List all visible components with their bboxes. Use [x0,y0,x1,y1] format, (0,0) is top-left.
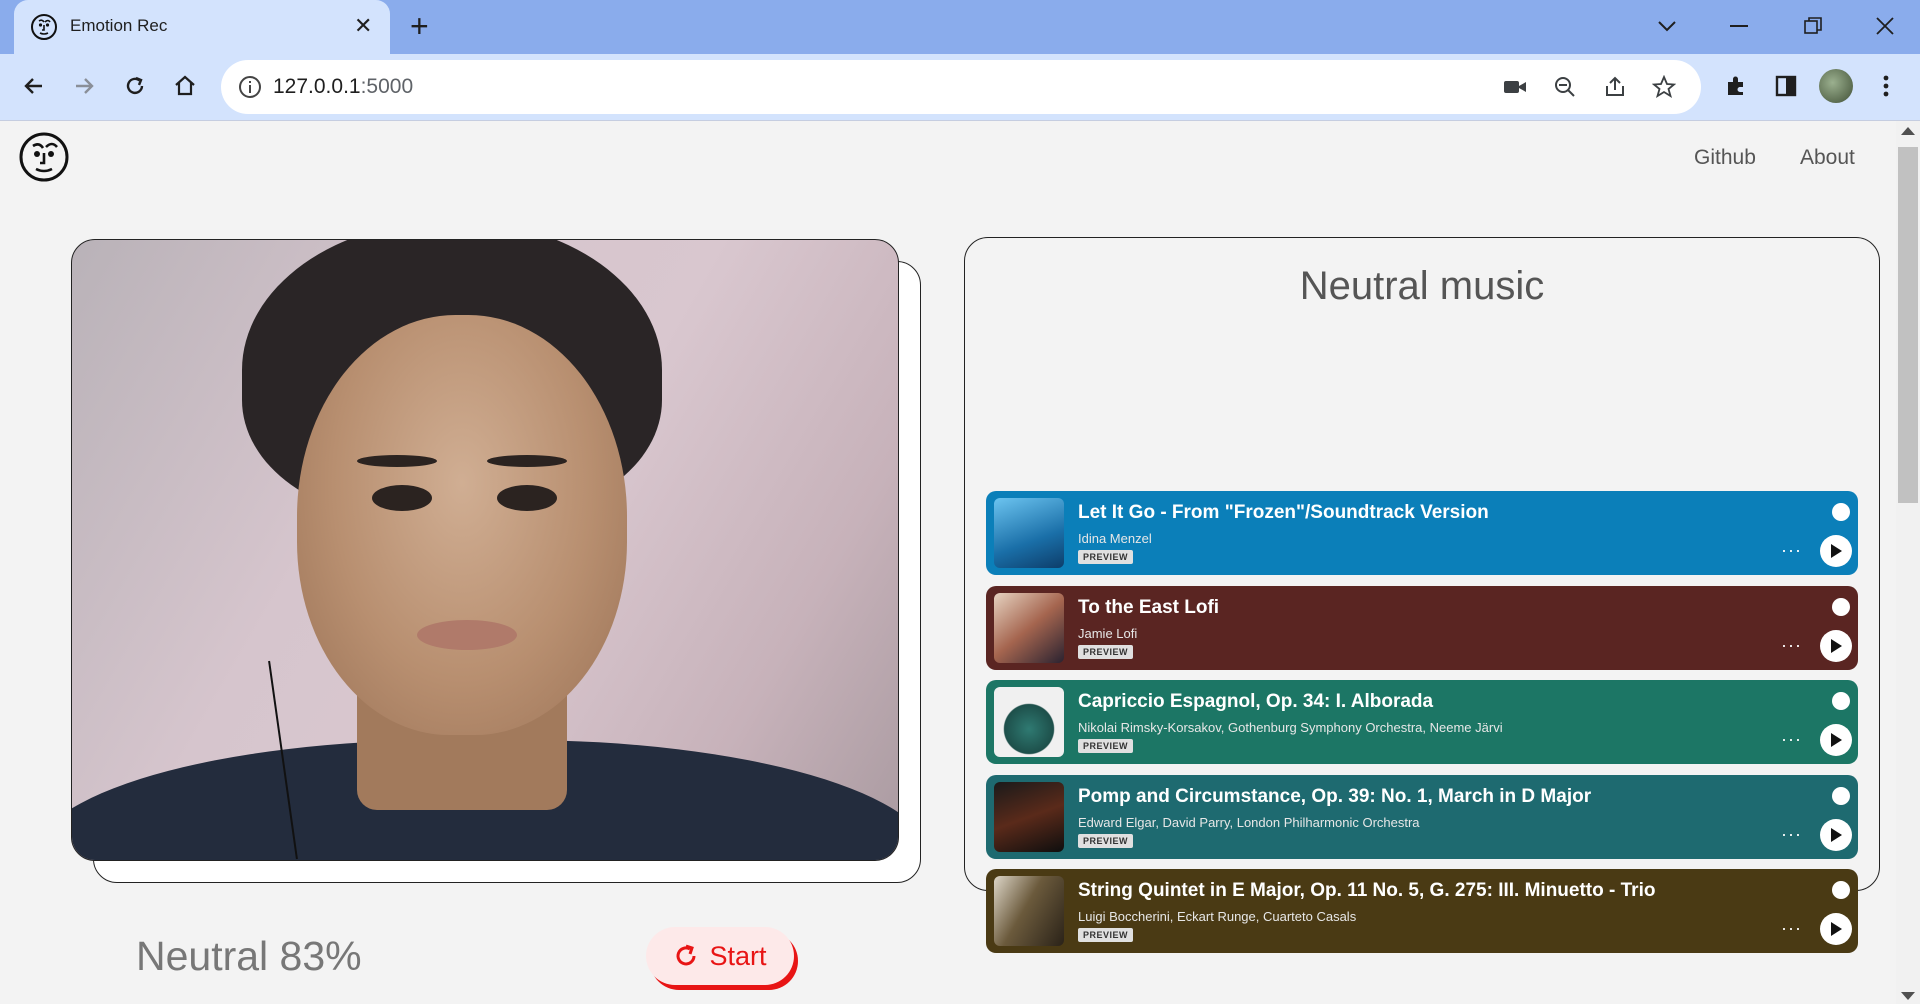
preview-badge: PREVIEW [1078,645,1134,659]
spotify-icon[interactable] [1832,598,1850,616]
tab-search-icon[interactable] [1642,8,1692,44]
new-tab-icon[interactable]: + [410,9,429,43]
zoom-out-icon[interactable] [1551,73,1579,101]
nav-link-about[interactable]: About [1800,146,1855,170]
restart-icon [677,944,696,966]
track-card[interactable]: Capriccio Espagnol, Op. 34: I. Alborada … [986,680,1858,764]
track-title[interactable]: To the East Lofi [1078,597,1219,619]
track-title[interactable]: Let It Go - From "Frozen"/Soundtrack Ver… [1078,502,1489,524]
spotify-icon[interactable] [1832,881,1850,899]
track-card[interactable]: To the East Lofi Jamie Lofi PREVIEW ··· [986,586,1858,670]
play-button[interactable] [1820,819,1852,851]
bookmark-star-icon[interactable] [1650,73,1678,101]
play-button[interactable] [1820,535,1852,567]
nav-link-github[interactable]: Github [1694,146,1756,170]
extensions-icon[interactable] [1718,68,1754,104]
browser-toolbar: 127.0.0.1:5000 [0,54,1920,121]
scroll-up-arrow-icon[interactable] [1901,127,1915,135]
forward-arrow-icon[interactable] [66,68,102,104]
preview-badge: PREVIEW [1078,739,1134,753]
music-panel-title: Neutral music [1299,264,1545,308]
album-art [994,876,1064,946]
restore-icon[interactable] [1788,8,1838,44]
album-art [994,687,1064,757]
track-artist[interactable]: Nikolai Rimsky-Korsakov, Gothenburg Symp… [1078,720,1503,735]
track-artist[interactable]: Edward Elgar, David Parry, London Philha… [1078,815,1420,830]
more-options-icon[interactable]: ··· [1781,825,1802,843]
track-title[interactable]: Capriccio Espagnol, Op. 34: I. Alborada [1078,691,1433,713]
side-panel-icon[interactable] [1768,68,1804,104]
spotify-icon[interactable] [1832,503,1850,521]
address-bar[interactable]: 127.0.0.1:5000 [221,60,1701,114]
preview-badge: PREVIEW [1078,928,1134,942]
reload-icon[interactable] [117,68,153,104]
back-arrow-icon[interactable] [16,68,52,104]
browser-tabstrip: Emotion Rec ✕ + [0,0,1920,54]
track-card[interactable]: Let It Go - From "Frozen"/Soundtrack Ver… [986,491,1858,575]
album-art [994,593,1064,663]
tab-close-icon[interactable]: ✕ [354,12,372,40]
url-text: 127.0.0.1:5000 [273,75,414,98]
close-window-icon[interactable] [1860,8,1910,44]
preview-badge: PREVIEW [1078,834,1134,848]
preview-badge: PREVIEW [1078,550,1134,564]
site-logo-icon[interactable] [18,131,70,183]
track-artist[interactable]: Jamie Lofi [1078,626,1137,641]
tab-title: Emotion Rec [70,16,168,35]
start-button-label: Start [709,940,767,971]
minimize-icon[interactable] [1714,8,1764,44]
play-button[interactable] [1820,913,1852,945]
spotify-icon[interactable] [1832,692,1850,710]
emotion-result: Neutral 83% [136,933,362,979]
track-card[interactable]: String Quintet in E Major, Op. 11 No. 5,… [986,869,1858,953]
share-icon[interactable] [1601,73,1629,101]
more-options-icon[interactable]: ··· [1781,919,1802,937]
track-artist[interactable]: Luigi Boccherini, Eckart Runge, Cuarteto… [1078,909,1356,924]
page-content: Github About Neutral 83% Start Neutral m… [0,121,1896,1004]
track-title[interactable]: Pomp and Circumstance, Op. 39: No. 1, Ma… [1078,786,1591,808]
face-logo-icon [31,14,57,40]
site-info-icon[interactable] [237,74,263,100]
album-art [994,498,1064,568]
browser-menu-icon[interactable] [1868,68,1904,104]
play-button[interactable] [1820,724,1852,756]
browser-tab[interactable]: Emotion Rec ✕ [14,0,390,54]
scrollbar-thumb[interactable] [1898,147,1918,503]
track-card[interactable]: Pomp and Circumstance, Op. 39: No. 1, Ma… [986,775,1858,859]
track-artist[interactable]: Idina Menzel [1078,531,1152,546]
camera-icon[interactable] [1501,73,1529,101]
profile-avatar[interactable] [1818,68,1854,104]
webcam-feed [71,239,899,861]
start-button[interactable]: Start [646,927,794,985]
track-title[interactable]: String Quintet in E Major, Op. 11 No. 5,… [1078,880,1655,902]
music-panel: Neutral music Let It Go - From "Frozen"/… [964,237,1880,953]
more-options-icon[interactable]: ··· [1781,636,1802,654]
more-options-icon[interactable]: ··· [1781,730,1802,748]
spotify-icon[interactable] [1832,787,1850,805]
album-art [994,782,1064,852]
more-options-icon[interactable]: ··· [1781,541,1802,559]
home-icon[interactable] [167,68,203,104]
scroll-down-arrow-icon[interactable] [1901,992,1915,1000]
play-button[interactable] [1820,630,1852,662]
